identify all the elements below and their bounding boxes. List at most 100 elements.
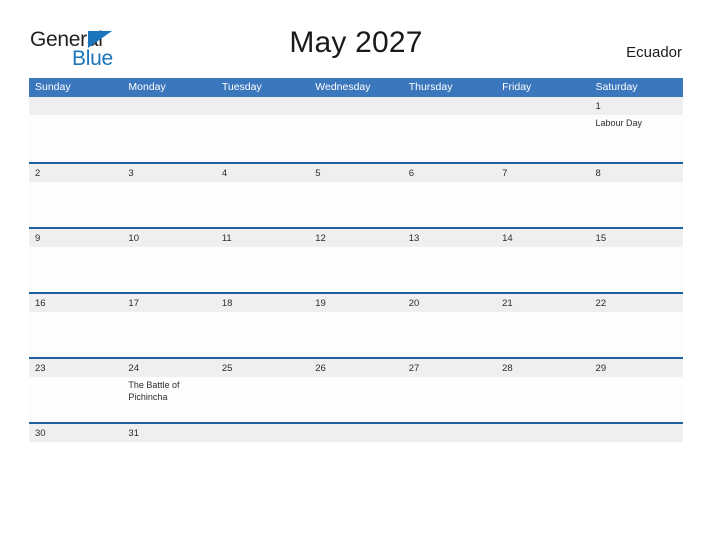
- day-cell-5[interactable]: 5: [309, 164, 402, 227]
- day-cell-23[interactable]: 23: [29, 359, 122, 422]
- day-number: [222, 99, 309, 115]
- day-number: [409, 99, 496, 115]
- day-number: 29: [595, 363, 607, 374]
- day-cell-empty: [496, 424, 589, 444]
- day-number: 8: [595, 168, 601, 179]
- holiday-event: Labour Day: [595, 118, 643, 128]
- day-cell-31[interactable]: 31: [122, 424, 215, 444]
- calendar-page: General Blue May 2027 Ecuador Sunday Mond…: [0, 0, 712, 550]
- page-title: May 2027: [289, 26, 423, 59]
- weekday-header-row: Sunday Monday Tuesday Wednesday Thursday Frid…: [29, 78, 683, 97]
- day-number: 11: [221, 233, 232, 244]
- day-cell-20[interactable]: 20: [403, 294, 496, 357]
- day-number: [502, 99, 589, 115]
- calendar-week-row: 16 17 18 19 20 21 22: [29, 292, 683, 357]
- day-cell-18[interactable]: 18: [216, 294, 309, 357]
- day-cell-empty: [122, 97, 215, 162]
- day-number: [409, 426, 496, 442]
- day-cell-25[interactable]: 25: [216, 359, 309, 422]
- day-cell-6[interactable]: 6: [403, 164, 496, 227]
- day-number: 12: [315, 233, 326, 244]
- day-cell-24[interactable]: 24 The Battle of Pichincha: [122, 359, 215, 422]
- day-number: [502, 426, 589, 442]
- day-number: 19: [315, 298, 326, 309]
- day-number: 23: [35, 363, 46, 374]
- day-cell-28[interactable]: 28: [496, 359, 589, 422]
- day-cell-empty: [309, 97, 402, 162]
- day-cell-10[interactable]: 10: [122, 229, 215, 292]
- day-number: 31: [128, 428, 139, 439]
- day-events: Labour Day: [596, 117, 683, 129]
- day-cell-13[interactable]: 13: [403, 229, 496, 292]
- day-cell-empty: [29, 97, 122, 162]
- day-cell-15[interactable]: 15: [590, 229, 683, 292]
- day-number: 16: [35, 298, 46, 309]
- day-cell-2[interactable]: 2: [29, 164, 122, 227]
- day-cell-27[interactable]: 27: [403, 359, 496, 422]
- day-cell-empty: [496, 97, 589, 162]
- day-number: 25: [221, 363, 233, 374]
- day-cell-12[interactable]: 12: [309, 229, 402, 292]
- holiday-event: The Battle of Pichincha: [128, 380, 180, 402]
- day-number: 1: [595, 101, 601, 112]
- day-number: [315, 426, 402, 442]
- day-cell-empty: [309, 424, 402, 444]
- day-number: [596, 426, 683, 442]
- day-cell-17[interactable]: 17: [122, 294, 215, 357]
- day-cell-22[interactable]: 22: [590, 294, 683, 357]
- calendar-week-row: 30 31: [29, 422, 683, 444]
- day-number: [315, 99, 402, 115]
- day-cell-empty: [216, 424, 309, 444]
- day-number: [222, 426, 309, 442]
- day-cell-1[interactable]: 1 Labour Day: [590, 97, 683, 162]
- week-days: 23 24 The Battle of Pichincha 25 26 27 28 29: [29, 359, 683, 422]
- day-cell-14[interactable]: 14: [496, 229, 589, 292]
- calendar-week-row: 23 24 The Battle of Pichincha 25 26 27 28 29: [29, 357, 683, 422]
- day-number: 7: [502, 168, 508, 179]
- calendar-week-row: 1 Labour Day: [29, 97, 683, 162]
- day-cell-8[interactable]: 8: [590, 164, 683, 227]
- day-number: 2: [35, 168, 41, 179]
- day-number: 28: [502, 363, 513, 374]
- calendar-week-row: 2 3 4 5 6 7 8: [29, 162, 683, 227]
- day-number: 18: [221, 298, 233, 309]
- day-cell-empty: [403, 97, 496, 162]
- day-events: The Battle of Pichincha: [128, 379, 215, 403]
- day-cell-empty: [403, 424, 496, 444]
- country-label: Ecuador: [626, 44, 682, 61]
- week-days: 9 10 11 12 13 14 15: [29, 229, 683, 292]
- day-cell-7[interactable]: 7: [496, 164, 589, 227]
- day-cell-3[interactable]: 3: [122, 164, 215, 227]
- weekday-header-friday: Friday: [502, 81, 532, 93]
- day-number: 20: [408, 298, 420, 309]
- day-number: 22: [595, 298, 607, 309]
- weekday-header-wednesday: Wednesday: [315, 81, 371, 93]
- week-days: 2 3 4 5 6 7 8: [29, 164, 683, 227]
- day-number: 4: [221, 168, 228, 179]
- calendar-weeks: 1 Labour Day 2 3 4 5 6 7 8 9 10 11 12 13 14 15 16 17 18 19 2…: [29, 97, 683, 444]
- week-days: 16 17 18 19 20 21 22: [29, 294, 683, 357]
- day-cell-4[interactable]: 4: [216, 164, 309, 227]
- day-cell-empty: [216, 97, 309, 162]
- weekday-header-thursday: Thursday: [408, 81, 453, 93]
- day-number: 3: [128, 168, 134, 179]
- day-number: 13: [408, 233, 420, 244]
- page-header: General Blue May 2027 Ecuador: [0, 0, 712, 76]
- day-cell-21[interactable]: 21: [496, 294, 589, 357]
- day-number: 15: [595, 233, 607, 244]
- day-number: 30: [35, 428, 46, 439]
- day-cell-11[interactable]: 11: [216, 229, 309, 292]
- day-cell-26[interactable]: 26: [309, 359, 402, 422]
- day-cell-30[interactable]: 30: [29, 424, 122, 444]
- day-number: 6: [408, 168, 414, 179]
- day-cell-19[interactable]: 19: [309, 294, 402, 357]
- day-cell-16[interactable]: 16: [29, 294, 122, 357]
- day-number: 9: [35, 233, 41, 244]
- week-days: 30 31: [29, 424, 683, 444]
- day-cell-29[interactable]: 29: [590, 359, 683, 422]
- day-cell-empty: [590, 424, 683, 444]
- day-number: 17: [128, 298, 139, 309]
- day-number: 10: [128, 233, 139, 244]
- day-number: 14: [502, 233, 513, 244]
- day-cell-9[interactable]: 9: [29, 229, 122, 292]
